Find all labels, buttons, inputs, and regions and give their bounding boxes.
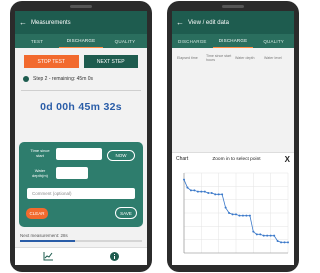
data-point — [183, 178, 185, 181]
water-depth-input[interactable] — [56, 167, 88, 179]
data-point — [196, 190, 199, 193]
speaker — [222, 5, 244, 8]
elapsed-timer: 0d 00h 45m 32s — [40, 101, 122, 113]
measurements-screen: ← Measurements TEST DISCHARGE QUALITY ST… — [15, 11, 147, 265]
save-button[interactable]: SAVE — [115, 207, 137, 219]
data-table: Elapsed time Time since start hours Wate… — [172, 48, 294, 134]
data-point — [221, 193, 224, 196]
data-point — [273, 234, 276, 237]
tab-bar: DISCHARGE DISCHARGE QUALITY — [172, 34, 294, 48]
chart-header: Chart Zoom in to select point X — [172, 153, 294, 165]
data-point — [255, 233, 258, 236]
step-status: Step 2 - remaining: 45m 0s — [15, 68, 147, 82]
page-title: View / edit data — [188, 19, 229, 26]
measurement-form: Time since start NOW Water depth(m) Comm… — [19, 142, 143, 227]
back-arrow-icon[interactable]: ← — [19, 18, 27, 27]
table-row[interactable] — [175, 77, 291, 88]
now-button[interactable]: NOW — [107, 150, 135, 161]
table-row[interactable] — [175, 99, 291, 110]
step-indicator-icon — [23, 76, 29, 82]
data-point — [245, 214, 248, 217]
tab-bar: TEST DISCHARGE QUALITY — [15, 34, 147, 48]
table-row[interactable] — [175, 88, 291, 99]
data-point — [287, 241, 289, 244]
tab-quality[interactable]: QUALITY — [103, 34, 147, 48]
data-point — [262, 234, 265, 237]
data-point — [210, 192, 213, 194]
column-header: Time since start hours — [206, 54, 232, 62]
data-point — [266, 234, 269, 237]
data-point — [200, 190, 203, 193]
speaker — [70, 5, 92, 8]
table-row[interactable] — [175, 110, 291, 121]
data-point — [241, 214, 244, 217]
clear-button[interactable]: CLEAR — [26, 208, 48, 219]
data-point — [238, 214, 241, 217]
data-point — [186, 186, 189, 189]
chart-icon[interactable] — [40, 251, 56, 263]
time-since-start-input[interactable] — [56, 148, 102, 160]
progress-fill — [20, 240, 75, 242]
data-point — [259, 233, 262, 236]
next-measurement-text: Next measurement: 28s — [20, 233, 68, 238]
tab-test[interactable]: TEST — [15, 34, 59, 48]
tab-discharge-1[interactable]: DISCHARGE — [172, 34, 213, 48]
water-depth-label: Water depth(m) — [31, 168, 48, 178]
divider — [21, 90, 141, 91]
tab-discharge[interactable]: DISCHARGE — [59, 34, 103, 48]
tab-quality[interactable]: QUALITY — [253, 34, 294, 48]
left-phone-frame: ← Measurements TEST DISCHARGE QUALITY ST… — [10, 1, 152, 272]
data-point — [189, 189, 192, 192]
data-point — [276, 240, 279, 242]
chart-hint-text: Zoom in to select point — [212, 156, 261, 162]
view-edit-screen: ← View / edit data DISCHARGE DISCHARGE Q… — [172, 11, 294, 265]
column-header: Water depth — [235, 56, 255, 60]
data-point — [269, 234, 272, 237]
data-point — [207, 192, 210, 194]
comment-field[interactable]: Comment (optional) — [27, 188, 135, 199]
back-arrow-icon[interactable]: ← — [176, 18, 184, 27]
data-point — [252, 230, 255, 233]
column-header: Water level — [264, 56, 282, 60]
data-point — [248, 214, 251, 217]
close-icon[interactable]: X — [285, 155, 290, 164]
water-level-chart[interactable] — [172, 167, 294, 265]
data-point — [217, 193, 220, 196]
chart-panel: Chart Zoom in to select point X — [172, 152, 294, 265]
time-since-start-label: Time since start — [30, 148, 50, 158]
step-text: Step 2 - remaining: 45m 0s — [33, 76, 94, 82]
page-title: Measurements — [31, 19, 71, 26]
column-header: Elapsed time — [177, 56, 198, 60]
table-header: Elapsed time Time since start hours Wate… — [175, 50, 291, 66]
info-icon[interactable] — [106, 251, 122, 263]
chart-panel-title: Chart — [176, 156, 189, 162]
data-point — [235, 213, 237, 216]
data-point — [193, 189, 196, 192]
data-point — [214, 193, 217, 196]
table-row[interactable] — [175, 121, 291, 132]
app-bar: ← Measurements — [15, 11, 147, 34]
table-row[interactable] — [175, 66, 291, 77]
data-point — [203, 190, 206, 193]
app-bar: ← View / edit data — [172, 11, 294, 34]
data-point — [231, 213, 234, 216]
tab-discharge-2[interactable]: DISCHARGE — [212, 34, 254, 48]
right-phone-frame: ← View / edit data DISCHARGE DISCHARGE Q… — [167, 1, 299, 272]
data-point — [280, 241, 283, 244]
bottom-navigation — [15, 247, 147, 265]
stop-test-button[interactable]: STOP TEST — [24, 55, 79, 68]
measurement-progress-bar — [20, 240, 142, 242]
data-point — [224, 206, 227, 209]
data-point — [283, 241, 286, 244]
next-step-button[interactable]: NEXT STEP — [83, 55, 138, 68]
data-point — [228, 212, 231, 214]
